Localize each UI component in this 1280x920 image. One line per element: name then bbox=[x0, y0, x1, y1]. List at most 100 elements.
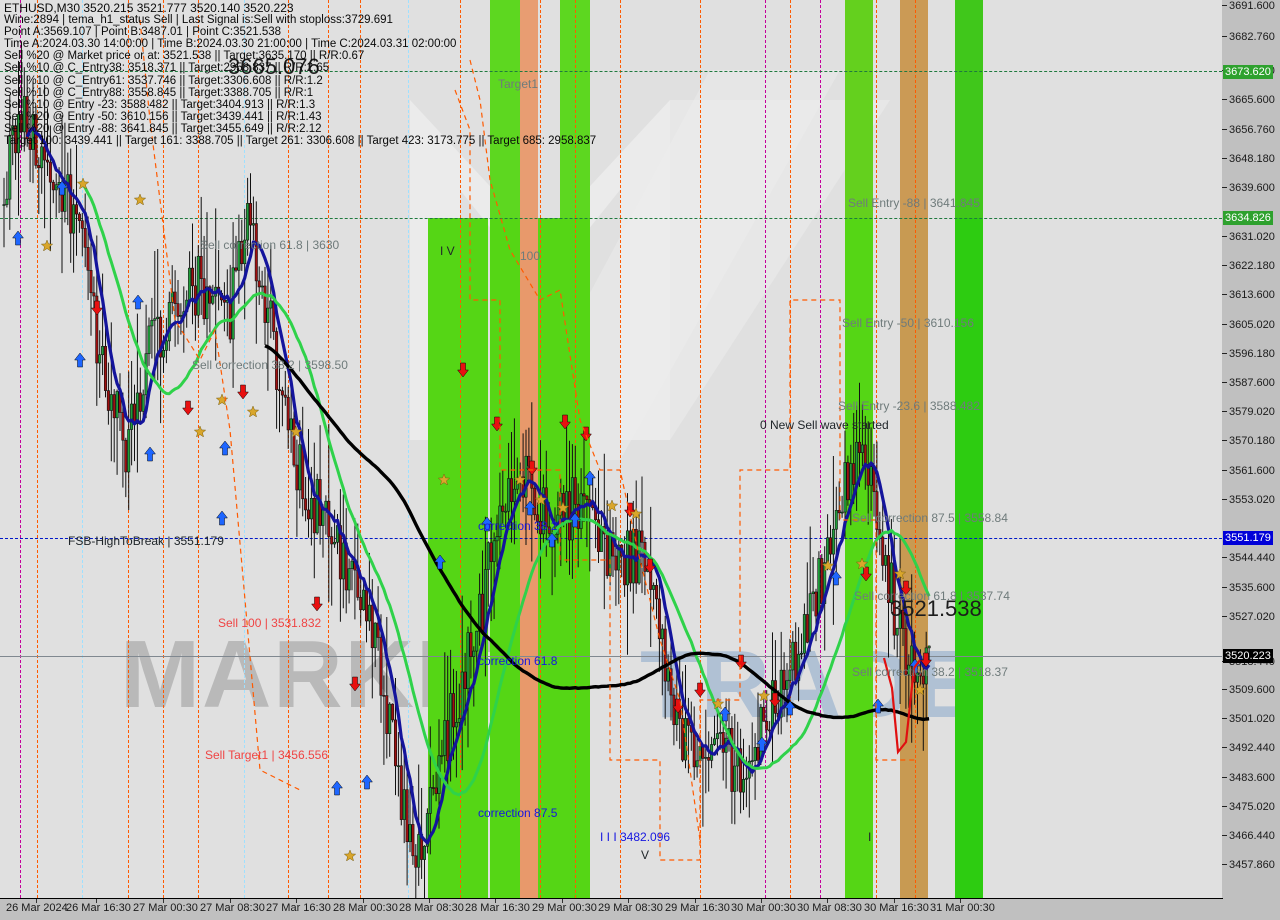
price-tick-17: 3544.440 bbox=[1222, 552, 1280, 564]
price-tick-label: 3579.020 bbox=[1229, 406, 1275, 418]
time-tick-9: 29 Mar 08:30 bbox=[598, 902, 663, 914]
chart-info-line-7: Sell %10 @ Entry -23: 3588.482 || Target… bbox=[4, 98, 316, 111]
annotation-roman-iv: I V bbox=[440, 244, 455, 258]
price-tick-label: 3605.020 bbox=[1229, 319, 1275, 331]
price-axis[interactable]: 3691.600 3682.760 3673.620 3665.600 3656.760… bbox=[1222, 0, 1280, 898]
chart-info-line-6: Sell %10 @ C_Entry88: 3558.845 || Target… bbox=[4, 86, 314, 99]
price-tick-8: 3622.180 bbox=[1222, 260, 1280, 272]
time-tick-2: 27 Mar 00:30 bbox=[133, 902, 198, 914]
price-tick-label: 3561.600 bbox=[1229, 465, 1275, 477]
time-tick-13: 30 Mar 16:30 bbox=[864, 902, 929, 914]
price-tag-green[interactable]: 3673.620 bbox=[1223, 65, 1273, 79]
time-tick-4: 27 Mar 16:30 bbox=[266, 902, 331, 914]
price-tick-label: 3622.180 bbox=[1229, 260, 1275, 272]
annotation-sell-entry-50: Sell Entry -50 | 3610.156 bbox=[842, 316, 974, 330]
price-tick-15: 3561.600 bbox=[1222, 465, 1280, 477]
price-tick-16: 3553.020 bbox=[1222, 494, 1280, 506]
price-tick-0: 3691.600 bbox=[1222, 0, 1280, 12]
price-tick-10: 3605.020 bbox=[1222, 319, 1280, 331]
price-tick-3: 3665.600 bbox=[1222, 94, 1280, 106]
chart-info-line-8: Sell %20 @ Entry -50: 3610.156 || Target… bbox=[4, 110, 322, 123]
price-tag-blue[interactable]: 3551.179 bbox=[1223, 531, 1273, 545]
price-tick-label: 3466.440 bbox=[1229, 830, 1275, 842]
price-tick-1: 3682.760 bbox=[1222, 31, 1280, 43]
price-tick-11: 3596.180 bbox=[1222, 348, 1280, 360]
time-tick-14: 31 Mar 00:30 bbox=[930, 902, 995, 914]
price-tick-label: 3613.600 bbox=[1229, 289, 1275, 301]
chart-info-line-0: Wine:2894 | tema_h1_status Sell | Last S… bbox=[4, 14, 393, 27]
time-tick-5: 28 Mar 00:30 bbox=[333, 902, 398, 914]
price-tick-label: 3544.440 bbox=[1229, 552, 1275, 564]
price-tick-26: 3466.440 bbox=[1222, 830, 1280, 842]
price-tag-black[interactable]: 3520.223 bbox=[1223, 649, 1273, 663]
annotation-sell-target1: Sell Target1 | 3456.556 bbox=[205, 748, 328, 762]
time-tick-10: 29 Mar 16:30 bbox=[665, 902, 730, 914]
annotation-sell-entry-236: Sell Entry -23.6 | 3588.482 bbox=[838, 399, 980, 413]
time-axis[interactable]: 26 Mar 2024 26 Mar 16:30 27 Mar 00:30 27 Ma… bbox=[0, 899, 1280, 920]
price-tick-13: 3579.020 bbox=[1222, 406, 1280, 418]
price-tick-label: 3483.600 bbox=[1229, 772, 1275, 784]
chart-plot-area[interactable]: MARKET TRADE Target1 3665.076 Sell Entry -… bbox=[0, 0, 1223, 899]
annotation-wave-3482: I I I 3482.096 bbox=[600, 830, 671, 844]
price-tick-label: 3492.440 bbox=[1229, 742, 1275, 754]
price-tick-label: 3509.600 bbox=[1229, 684, 1275, 696]
chart-title: ETHUSD,M30 3520.215 3521.777 3520.140 35… bbox=[4, 1, 294, 15]
price-tick-22: 3501.020 bbox=[1222, 713, 1280, 725]
chart-info-line-4: Sell %10 @ C_Entry38: 3518.371 || Target… bbox=[4, 62, 330, 75]
price-tick-label: 3656.760 bbox=[1229, 124, 1275, 136]
annotation-fib-100: 100 bbox=[520, 249, 541, 263]
price-tick-label: 3457.860 bbox=[1229, 859, 1275, 871]
price-tick-25: 3475.020 bbox=[1222, 801, 1280, 813]
price-tick-label: 3639.600 bbox=[1229, 182, 1275, 194]
price-tick-21: 3509.600 bbox=[1222, 684, 1280, 696]
chart-info-header: ETHUSD,M30 3520.215 3521.777 3520.140 35… bbox=[4, 2, 596, 147]
price-tick-label: 3665.600 bbox=[1229, 94, 1275, 106]
chart-info-line-1: Point A:3569.107 | Point B:3487.01 | Poi… bbox=[4, 26, 282, 39]
annotation-sell-corr-618-3630: Sell correction 61.8 | 3630 bbox=[200, 238, 340, 252]
annotation-correction-382: correction 38.2 bbox=[478, 519, 558, 533]
price-tick-7: 3631.020 bbox=[1222, 231, 1280, 243]
price-tick-label: 3691.600 bbox=[1229, 0, 1275, 12]
price-tick-label: 3570.180 bbox=[1229, 435, 1275, 447]
price-tick-5: 3648.180 bbox=[1222, 153, 1280, 165]
annotation-fsb-hightobreak: FSB-HighToBreak | 3551.179 bbox=[68, 534, 224, 548]
trading-chart-window: MARKET TRADE Target1 3665.076 Sell Entry -… bbox=[0, 0, 1280, 920]
time-tick-12: 30 Mar 08:30 bbox=[797, 902, 862, 914]
price-tick-4: 3656.760 bbox=[1222, 124, 1280, 136]
price-tick-9: 3613.600 bbox=[1222, 289, 1280, 301]
time-tick-1: 26 Mar 16:30 bbox=[66, 902, 131, 914]
price-tick-label: 3501.020 bbox=[1229, 713, 1275, 725]
chart-info-line-10: Target 100: 3439.441 || Target 161: 3388… bbox=[4, 135, 597, 148]
annotation-wave-v: V bbox=[641, 848, 650, 862]
price-tick-label: 3527.020 bbox=[1229, 611, 1275, 623]
chart-info-line-3: Sell %20 @ Market price or at: 3521.538 … bbox=[4, 50, 365, 63]
price-tick-label: 3596.180 bbox=[1229, 348, 1275, 360]
annotation-correction-618: correction 61.8 bbox=[478, 654, 558, 668]
time-tick-7: 28 Mar 16:30 bbox=[465, 902, 530, 914]
price-tag-green[interactable]: 3634.826 bbox=[1223, 211, 1273, 225]
annotation-new-sell-wave: 0 New Sell wave started bbox=[760, 418, 889, 432]
price-tick-label: 3535.600 bbox=[1229, 582, 1275, 594]
price-tick-label: 3587.600 bbox=[1229, 377, 1275, 389]
price-tick-27: 3457.860 bbox=[1222, 859, 1280, 871]
price-tick-6: 3639.600 bbox=[1222, 182, 1280, 194]
time-tick-6: 28 Mar 08:30 bbox=[399, 902, 464, 914]
annotation-sell-entry-88: Sell Entry -88 | 3641.845 bbox=[848, 196, 980, 210]
price-tick-18: 3535.600 bbox=[1222, 582, 1280, 594]
annotation-sell-corr-382-3598: Sell correction 38.2 | 3598.50 bbox=[192, 358, 348, 372]
price-tick-label: 3648.180 bbox=[1229, 153, 1275, 165]
annotation-sell-100: Sell 100 | 3531.832 bbox=[218, 616, 322, 630]
annotation-wave-mark-r: I bbox=[868, 830, 872, 844]
annotation-sell-corr-875: Sell correction 87.5 | 3558.84 bbox=[852, 511, 1008, 525]
time-tick-0: 26 Mar 2024 bbox=[6, 902, 68, 914]
price-tick-label: 3475.020 bbox=[1229, 801, 1275, 813]
price-tick-19: 3527.020 bbox=[1222, 611, 1280, 623]
price-tick-24: 3483.600 bbox=[1222, 772, 1280, 784]
price-tick-14: 3570.180 bbox=[1222, 435, 1280, 447]
price-tick-label: 3553.020 bbox=[1229, 494, 1275, 506]
chart-info-line-5: Sell %10 @ C_Entry61: 3537.746 || Target… bbox=[4, 74, 323, 87]
price-tick-label: 3682.760 bbox=[1229, 31, 1275, 43]
time-tick-3: 27 Mar 08:30 bbox=[200, 902, 265, 914]
price-tick-23: 3492.440 bbox=[1222, 742, 1280, 754]
annotation-price-3521: 3521.538 bbox=[890, 596, 982, 621]
